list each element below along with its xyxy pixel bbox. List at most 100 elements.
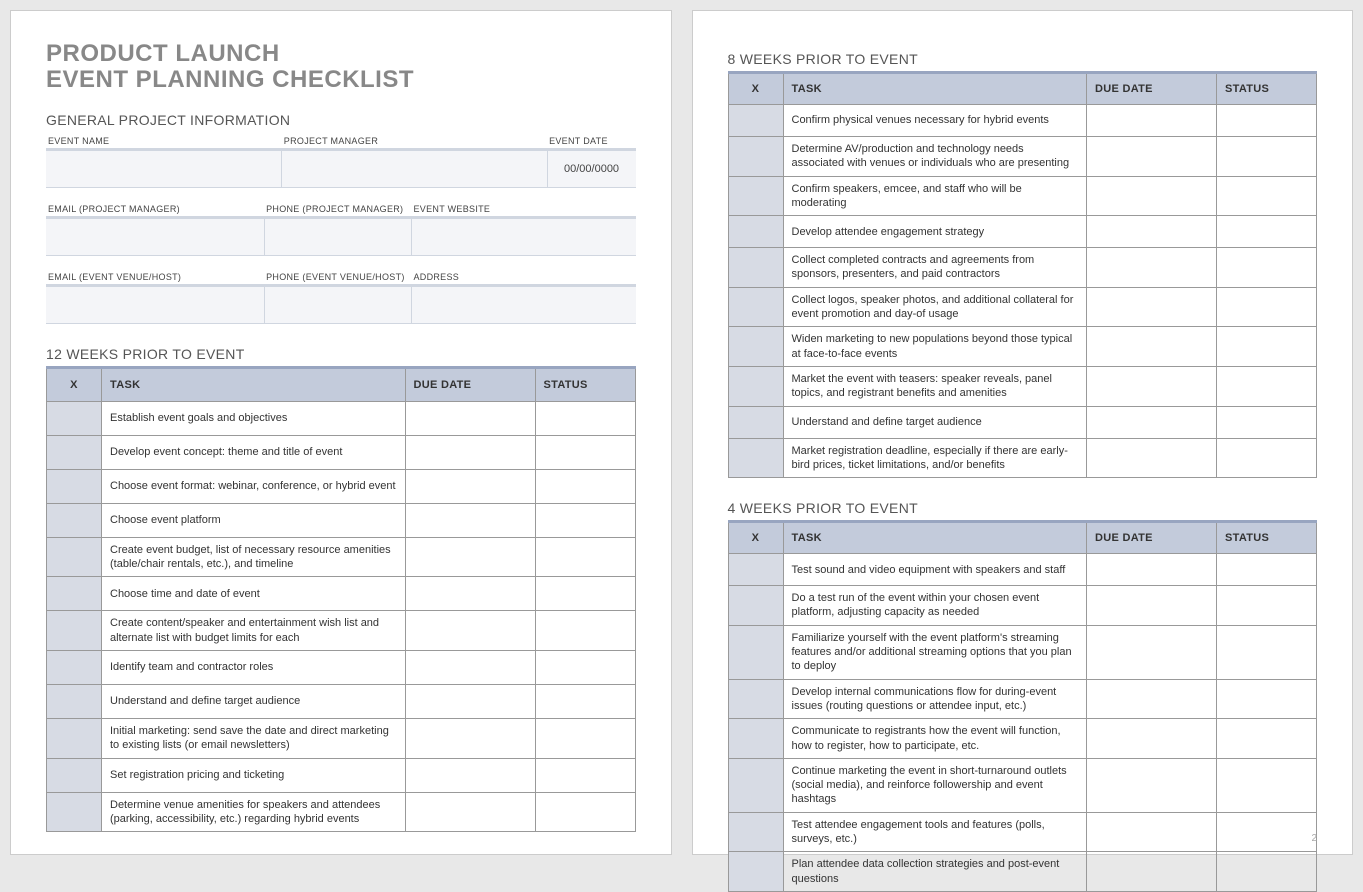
input-project-manager[interactable]: [282, 149, 547, 187]
check-cell[interactable]: [728, 287, 783, 327]
due-cell[interactable]: [405, 611, 535, 651]
check-cell[interactable]: [47, 435, 102, 469]
check-cell[interactable]: [47, 718, 102, 758]
check-cell[interactable]: [728, 812, 783, 852]
due-cell[interactable]: [405, 435, 535, 469]
check-cell[interactable]: [728, 758, 783, 812]
due-cell[interactable]: [1087, 719, 1217, 759]
check-cell[interactable]: [728, 625, 783, 679]
due-cell[interactable]: [1087, 216, 1217, 248]
due-cell[interactable]: [1087, 812, 1217, 852]
check-cell[interactable]: [47, 577, 102, 611]
input-event-date[interactable]: 00/00/0000: [547, 149, 635, 187]
due-cell[interactable]: [1087, 105, 1217, 137]
check-cell[interactable]: [47, 401, 102, 435]
due-cell[interactable]: [1087, 176, 1217, 216]
status-cell[interactable]: [535, 684, 635, 718]
due-cell[interactable]: [405, 503, 535, 537]
status-cell[interactable]: [535, 503, 635, 537]
due-cell[interactable]: [1087, 137, 1217, 177]
check-cell[interactable]: [728, 679, 783, 719]
due-cell[interactable]: [1087, 438, 1217, 478]
due-cell[interactable]: [1087, 679, 1217, 719]
due-cell[interactable]: [405, 401, 535, 435]
check-cell[interactable]: [728, 248, 783, 288]
check-cell[interactable]: [728, 586, 783, 626]
status-cell[interactable]: [1217, 366, 1317, 406]
due-cell[interactable]: [405, 577, 535, 611]
check-cell[interactable]: [47, 537, 102, 577]
check-cell[interactable]: [728, 105, 783, 137]
due-cell[interactable]: [1087, 625, 1217, 679]
due-cell[interactable]: [1087, 554, 1217, 586]
check-cell[interactable]: [47, 611, 102, 651]
status-cell[interactable]: [1217, 248, 1317, 288]
check-cell[interactable]: [47, 503, 102, 537]
input-email-venue[interactable]: [46, 285, 264, 323]
status-cell[interactable]: [1217, 287, 1317, 327]
status-cell[interactable]: [1217, 758, 1317, 812]
status-cell[interactable]: [1217, 812, 1317, 852]
check-cell[interactable]: [728, 366, 783, 406]
status-cell[interactable]: [535, 469, 635, 503]
due-cell[interactable]: [1087, 406, 1217, 438]
status-cell[interactable]: [535, 537, 635, 577]
status-cell[interactable]: [1217, 176, 1317, 216]
status-cell[interactable]: [1217, 625, 1317, 679]
status-cell[interactable]: [535, 435, 635, 469]
status-cell[interactable]: [1217, 438, 1317, 478]
status-cell[interactable]: [535, 718, 635, 758]
check-cell[interactable]: [47, 758, 102, 792]
check-cell[interactable]: [728, 137, 783, 177]
due-cell[interactable]: [1087, 287, 1217, 327]
check-cell[interactable]: [728, 438, 783, 478]
input-phone-pm[interactable]: [264, 217, 411, 255]
status-cell[interactable]: [535, 758, 635, 792]
status-cell[interactable]: [535, 401, 635, 435]
check-cell[interactable]: [728, 406, 783, 438]
due-cell[interactable]: [1087, 758, 1217, 812]
due-cell[interactable]: [1087, 586, 1217, 626]
input-email-pm[interactable]: [46, 217, 264, 255]
check-cell[interactable]: [47, 684, 102, 718]
due-cell[interactable]: [405, 718, 535, 758]
input-website[interactable]: [411, 217, 635, 255]
status-cell[interactable]: [535, 650, 635, 684]
check-cell[interactable]: [728, 176, 783, 216]
status-cell[interactable]: [1217, 586, 1317, 626]
check-cell[interactable]: [728, 216, 783, 248]
check-cell[interactable]: [47, 650, 102, 684]
status-cell[interactable]: [535, 577, 635, 611]
status-cell[interactable]: [535, 792, 635, 832]
input-event-name[interactable]: [46, 149, 282, 187]
status-cell[interactable]: [1217, 852, 1317, 892]
status-cell[interactable]: [1217, 327, 1317, 367]
status-cell[interactable]: [1217, 105, 1317, 137]
status-cell[interactable]: [1217, 679, 1317, 719]
check-cell[interactable]: [728, 327, 783, 367]
check-cell[interactable]: [728, 554, 783, 586]
due-cell[interactable]: [405, 758, 535, 792]
input-address[interactable]: [411, 285, 635, 323]
due-cell[interactable]: [405, 792, 535, 832]
status-cell[interactable]: [1217, 719, 1317, 759]
check-cell[interactable]: [728, 852, 783, 892]
due-cell[interactable]: [405, 684, 535, 718]
input-phone-venue[interactable]: [264, 285, 411, 323]
due-cell[interactable]: [1087, 852, 1217, 892]
check-cell[interactable]: [47, 792, 102, 832]
due-cell[interactable]: [405, 537, 535, 577]
status-cell[interactable]: [1217, 554, 1317, 586]
status-cell[interactable]: [1217, 216, 1317, 248]
due-cell[interactable]: [1087, 248, 1217, 288]
due-cell[interactable]: [1087, 327, 1217, 367]
check-cell[interactable]: [728, 719, 783, 759]
label-website: EVENT WEBSITE: [411, 200, 635, 218]
status-cell[interactable]: [535, 611, 635, 651]
due-cell[interactable]: [405, 469, 535, 503]
due-cell[interactable]: [405, 650, 535, 684]
status-cell[interactable]: [1217, 137, 1317, 177]
status-cell[interactable]: [1217, 406, 1317, 438]
due-cell[interactable]: [1087, 366, 1217, 406]
check-cell[interactable]: [47, 469, 102, 503]
